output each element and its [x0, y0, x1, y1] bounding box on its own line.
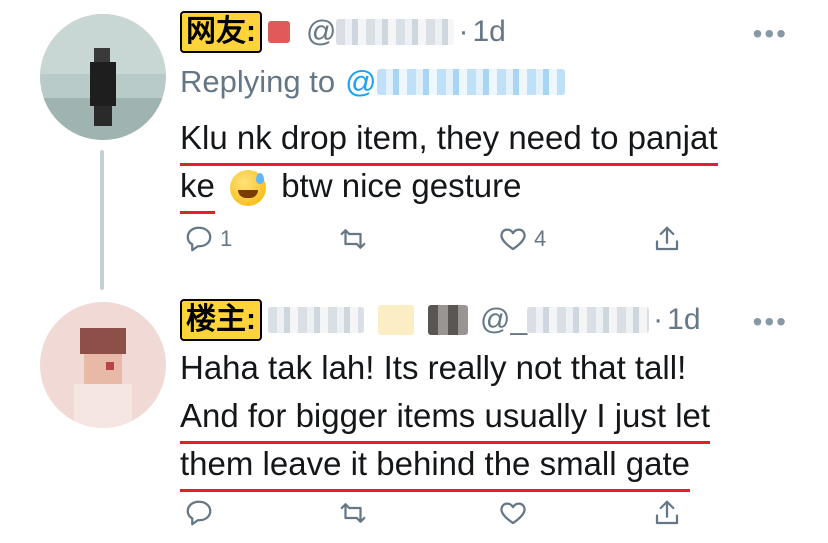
- tweet-text-line-2b: btw nice gesture: [281, 167, 522, 204]
- tweet-reply-2[interactable]: 楼主: @_ · 1d ••• Haha tak lah! Its really…: [0, 290, 828, 543]
- tweet-header: 网友: @ · 1d: [180, 11, 506, 53]
- handle-redacted: [336, 19, 455, 45]
- like-count: 4: [534, 226, 547, 251]
- tweet-reply-1[interactable]: 网友: @ · 1d ••• Replying to @ Klu nk drop…: [0, 0, 828, 290]
- share-icon: [655, 500, 679, 525]
- separator-dot: ·: [458, 15, 469, 48]
- timestamp[interactable]: 1d: [667, 303, 700, 337]
- replying-to: Replying to @: [180, 62, 565, 102]
- tweet-header: 楼主: @_ · 1d: [180, 299, 701, 341]
- display-name-redacted[interactable]: [268, 307, 364, 333]
- display-name-redacted[interactable]: [268, 21, 290, 43]
- tweet-text-line-1: Haha tak lah! Its really not that tall!: [180, 349, 687, 386]
- handle-redacted: [527, 307, 650, 333]
- reply-button[interactable]: [184, 498, 214, 528]
- retweet-icon: [340, 503, 366, 523]
- tweet-text-line-2: And for bigger items usually I just let: [180, 392, 711, 444]
- reply-icon: [186, 226, 212, 252]
- share-button[interactable]: [652, 498, 682, 528]
- tweet-actions: 1 4: [180, 224, 720, 264]
- retweet-icon: [340, 229, 366, 249]
- more-options-icon[interactable]: •••: [753, 306, 788, 338]
- tweet-text-line-3: them leave it behind the small gate: [180, 440, 690, 492]
- like-button[interactable]: 4: [498, 224, 546, 254]
- emoji-redacted: [378, 305, 414, 335]
- annotation-tag: 楼主:: [180, 299, 262, 341]
- thread-connector-line: [100, 150, 104, 290]
- user-handle[interactable]: @_: [480, 303, 527, 337]
- tweet-actions: [180, 498, 720, 538]
- like-button[interactable]: [498, 498, 528, 528]
- timestamp[interactable]: 1d: [472, 15, 505, 49]
- reply-button[interactable]: 1: [184, 224, 232, 254]
- retweet-button[interactable]: [338, 498, 368, 528]
- tweet-text: Klu nk drop item, they need to panjat ke…: [180, 114, 718, 214]
- user-handle[interactable]: @: [306, 15, 336, 49]
- tweet-text: Haha tak lah! Its really not that tall! …: [180, 344, 711, 492]
- replying-to-handle-redacted: [376, 69, 565, 95]
- replying-to-label: Replying to: [180, 64, 336, 99]
- replying-to-handle[interactable]: @: [345, 64, 376, 100]
- share-icon: [655, 226, 679, 251]
- tweet-text-line-1: Klu nk drop item, they need to panjat: [180, 114, 718, 166]
- reply-icon: [186, 500, 212, 526]
- share-button[interactable]: [652, 224, 682, 254]
- emoji-redacted: [428, 305, 468, 335]
- reply-count: 1: [220, 226, 233, 251]
- more-options-icon[interactable]: •••: [753, 18, 788, 50]
- heart-icon: [500, 502, 526, 525]
- sweat-smile-emoji-icon: [230, 170, 267, 207]
- tweet-text-line-2a: ke: [180, 162, 215, 214]
- avatar[interactable]: [40, 302, 166, 428]
- heart-icon: [500, 228, 526, 251]
- avatar[interactable]: [40, 14, 166, 140]
- retweet-button[interactable]: [338, 224, 368, 254]
- annotation-tag: 网友:: [180, 11, 262, 53]
- separator-dot: ·: [653, 303, 664, 336]
